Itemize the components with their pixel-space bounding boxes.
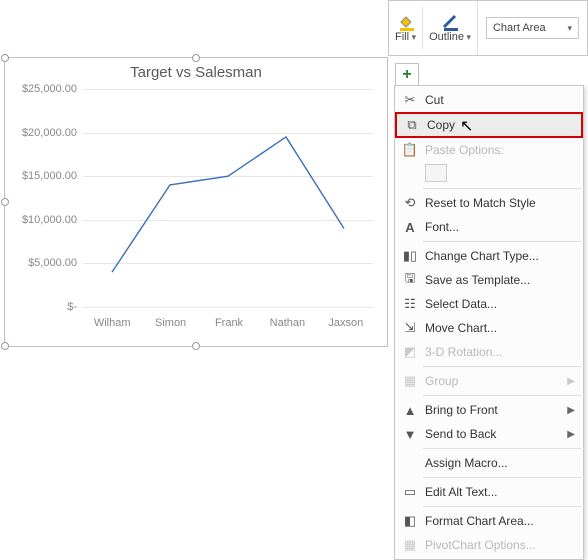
resize-handle[interactable]: [1, 54, 9, 62]
save-template-icon: 🖫: [399, 269, 421, 291]
menu-separator: [423, 506, 581, 507]
y-axis-label: $25,000.00: [11, 83, 77, 95]
group-icon: ▦: [399, 373, 421, 389]
x-axis-label: Nathan: [270, 317, 305, 329]
menu-3d-rotation: ◩ 3-D Rotation...: [395, 340, 583, 364]
bring-front-icon: ▲: [399, 403, 421, 418]
reset-icon: ⟲: [399, 195, 421, 211]
menu-paste-clipboard: [395, 162, 583, 186]
menu-separator: [423, 395, 581, 396]
plus-icon: +: [402, 66, 411, 84]
context-menu: ✂ Cut ⧉ Copy 📋 Paste Options: ⟲ Reset to…: [394, 85, 584, 560]
fill-label: Fill: [395, 31, 409, 43]
menu-separator: [423, 188, 581, 189]
resize-handle[interactable]: [1, 342, 9, 350]
menu-edit-alt-text[interactable]: ▭ Edit Alt Text...: [395, 480, 583, 504]
y-axis-label: $5,000.00: [11, 257, 77, 269]
x-axis-label: Simon: [155, 317, 186, 329]
menu-save-template[interactable]: 🖫 Save as Template...: [395, 268, 583, 292]
y-axis-label: $10,000.00: [11, 214, 77, 226]
send-back-icon: ▼: [399, 427, 421, 442]
menu-separator: [423, 477, 581, 478]
menu-group: ▦ Group ▶: [395, 369, 583, 393]
x-axis-label: Jaxson: [328, 317, 363, 329]
plot-area[interactable]: $25,000.00 $20,000.00 $15,000.00 $10,000.00…: [11, 83, 381, 333]
data-line: [83, 89, 373, 307]
y-axis-label: $-: [11, 301, 77, 313]
select-data-icon: ☷: [399, 296, 421, 312]
x-axis-label: Frank: [215, 317, 243, 329]
menu-separator: [423, 241, 581, 242]
chart-type-icon: ▮▯: [399, 248, 421, 264]
font-icon: A: [399, 220, 421, 235]
chart-area-label: Chart Area: [493, 22, 546, 34]
chevron-down-icon: ▾: [409, 32, 416, 42]
x-axis-label: Wilham: [94, 317, 131, 329]
chevron-down-icon: ▾: [464, 32, 471, 42]
menu-separator: [423, 448, 581, 449]
menu-send-to-back[interactable]: ▼ Send to Back ▶: [395, 422, 583, 446]
paste-icon: 📋: [399, 142, 421, 158]
menu-bring-to-front[interactable]: ▲ Bring to Front ▶: [395, 398, 583, 422]
chart-element-selector[interactable]: Chart Area ▾: [477, 1, 587, 55]
submenu-arrow-icon: ▶: [567, 376, 575, 387]
plot: [83, 89, 373, 307]
rotation-icon: ◩: [399, 344, 421, 360]
gridline: [83, 307, 373, 308]
menu-format-chart-area[interactable]: ◧ Format Chart Area...: [395, 509, 583, 533]
menu-select-data[interactable]: ☷ Select Data...: [395, 292, 583, 316]
outline-label: Outline: [429, 31, 464, 43]
format-icon: ◧: [399, 513, 421, 529]
menu-reset-style[interactable]: ⟲ Reset to Match Style: [395, 191, 583, 215]
cut-icon: ✂: [399, 92, 421, 108]
menu-change-chart-type[interactable]: ▮▯ Change Chart Type...: [395, 244, 583, 268]
fill-button[interactable]: Fill ▾: [389, 1, 422, 55]
resize-handle[interactable]: [1, 198, 9, 206]
copy-icon: ⧉: [401, 117, 423, 133]
resize-handle[interactable]: [192, 342, 200, 350]
move-chart-icon: ⇲: [399, 320, 421, 336]
y-axis-label: $15,000.00: [11, 170, 77, 182]
chart-object[interactable]: Target vs Salesman $25,000.00$20,000.00$…: [4, 57, 388, 347]
submenu-arrow-icon: ▶: [567, 405, 575, 416]
mini-toolbar: Fill ▾ Outline ▾ Chart Area ▾: [388, 0, 588, 56]
menu-assign-macro[interactable]: Assign Macro...: [395, 451, 583, 475]
y-axis-label: $20,000.00: [11, 127, 77, 139]
resize-handle[interactable]: [192, 54, 200, 62]
alt-text-icon: ▭: [399, 484, 421, 500]
submenu-arrow-icon: ▶: [567, 429, 575, 440]
menu-cut[interactable]: ✂ Cut: [395, 88, 583, 112]
outline-icon: [441, 13, 459, 31]
menu-move-chart[interactable]: ⇲ Move Chart...: [395, 316, 583, 340]
menu-copy[interactable]: ⧉ Copy: [395, 112, 583, 138]
menu-separator: [423, 366, 581, 367]
menu-font[interactable]: A Font...: [395, 215, 583, 239]
pivot-icon: ▦: [399, 537, 421, 553]
menu-pivotchart-options: ▦ PivotChart Options...: [395, 533, 583, 557]
chevron-down-icon: ▾: [567, 23, 572, 34]
menu-paste-options: 📋 Paste Options:: [395, 138, 583, 162]
fill-icon: [397, 13, 415, 31]
outline-button[interactable]: Outline ▾: [423, 1, 477, 55]
chart-elements-button[interactable]: +: [395, 63, 419, 87]
